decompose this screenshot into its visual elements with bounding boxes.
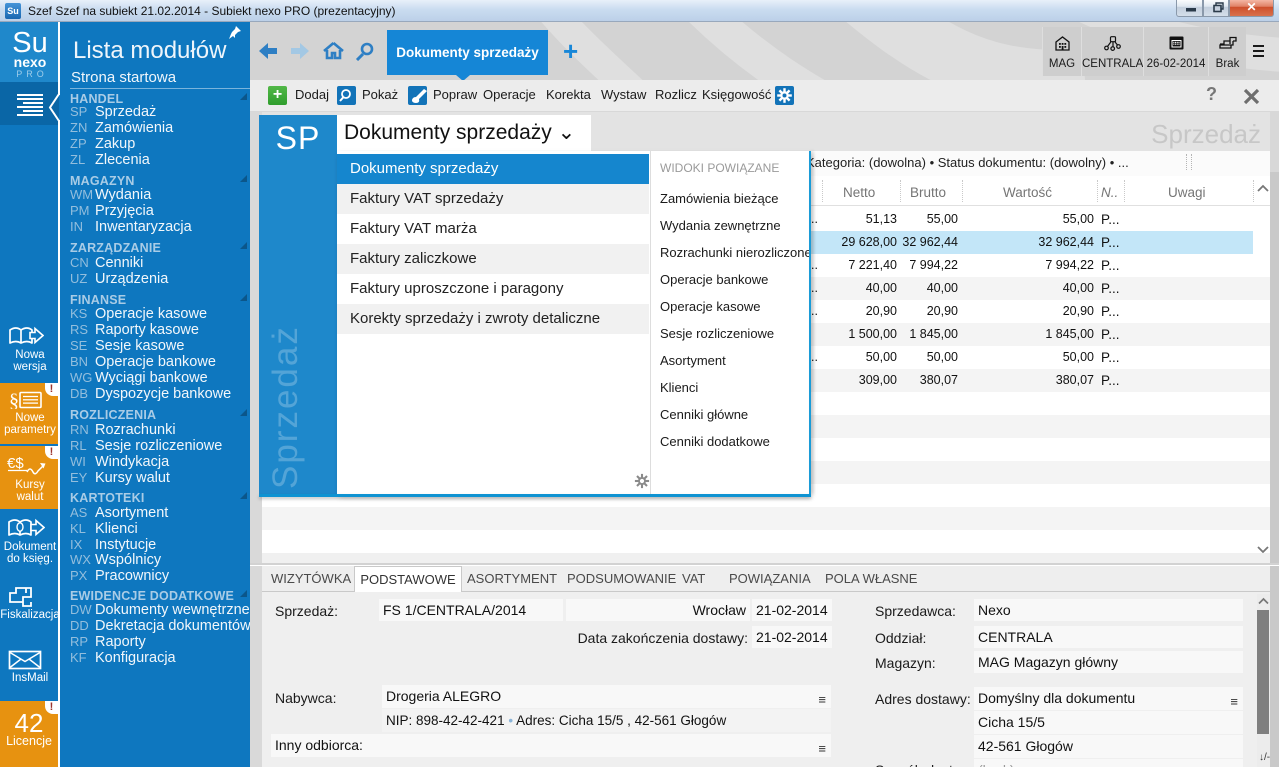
svg-text:§: § xyxy=(9,391,19,409)
svg-text:€$: €$ xyxy=(7,456,24,472)
